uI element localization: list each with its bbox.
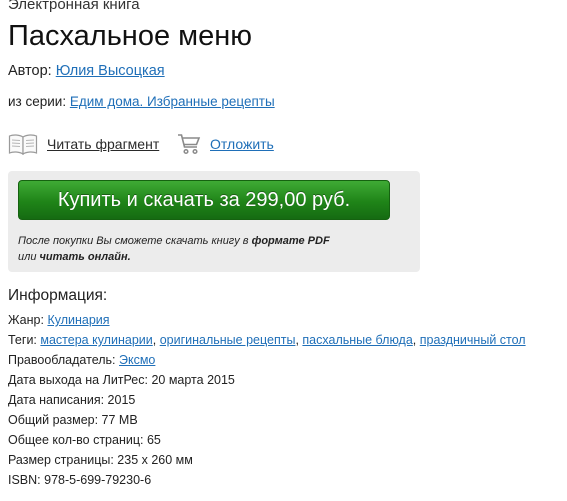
open-book-icon (8, 133, 38, 155)
tag-link[interactable]: праздничный стол (420, 333, 526, 347)
note-format: формате PDF (251, 235, 330, 247)
genre-label: Жанр: (8, 313, 44, 327)
written-date-row: Дата написания: 2015 (8, 393, 136, 407)
purchase-panel: Купить и скачать за 299,00 руб. После по… (8, 171, 420, 272)
series-link[interactable]: Едим дома. Избранные рецепты (70, 94, 275, 109)
tags-label: Теги: (8, 333, 37, 347)
author-line: Автор: Юлия Высоцкая (8, 63, 165, 79)
page-size-row: Размер страницы: 235 x 260 мм (8, 453, 193, 467)
genre-link[interactable]: Кулинария (47, 313, 109, 327)
purchase-note: После покупки Вы сможете скачать книгу в… (18, 233, 413, 265)
read-fragment-button[interactable]: Читать фрагмент (8, 131, 159, 157)
release-date-row: Дата выхода на ЛитРес: 20 марта 2015 (8, 373, 235, 387)
note-middle: или (18, 251, 40, 263)
total-size-row: Общий размер: 77 MB (8, 413, 138, 427)
defer-label[interactable]: Отложить (210, 136, 274, 152)
author-link[interactable]: Юлия Высоцкая (56, 63, 165, 79)
series-line: из серии: Едим дома. Избранные рецепты (8, 94, 275, 109)
series-label: из серии: (8, 94, 67, 109)
note-prefix: После покупки Вы сможете скачать книгу в (18, 235, 252, 247)
tag-link[interactable]: мастера кулинарии (40, 333, 152, 347)
page-count-row: Общее кол-во страниц: 65 (8, 433, 161, 447)
tag-separator: , (412, 333, 420, 347)
info-heading: Информация: (8, 287, 108, 304)
tag-link[interactable]: пасхальные блюда (302, 333, 412, 347)
buy-download-button[interactable]: Купить и скачать за 299,00 руб. (18, 180, 390, 220)
tag-separator: , (152, 333, 160, 347)
author-label: Автор: (8, 63, 52, 79)
genre-row: Жанр: Кулинария (8, 311, 110, 329)
page-title: Пасхальное меню (8, 20, 252, 52)
tag-link[interactable]: оригинальные рецепты (160, 333, 296, 347)
rightholder-row: Правообладатель: Эксмо (8, 351, 155, 369)
book-type-label: Электронная книга (8, 0, 140, 13)
defer-button[interactable]: Отложить (177, 131, 274, 157)
tags-row: Теги: мастера кулинарии, оригинальные ре… (8, 331, 526, 349)
isbn-row: ISBN: 978-5-699-79230-6 (8, 473, 152, 487)
shopping-cart-icon (177, 132, 201, 156)
rightholder-label: Правообладатель: (8, 353, 116, 367)
note-online: читать онлайн. (39, 251, 131, 263)
read-fragment-label[interactable]: Читать фрагмент (47, 136, 159, 152)
rightholder-link[interactable]: Эксмо (119, 353, 155, 367)
